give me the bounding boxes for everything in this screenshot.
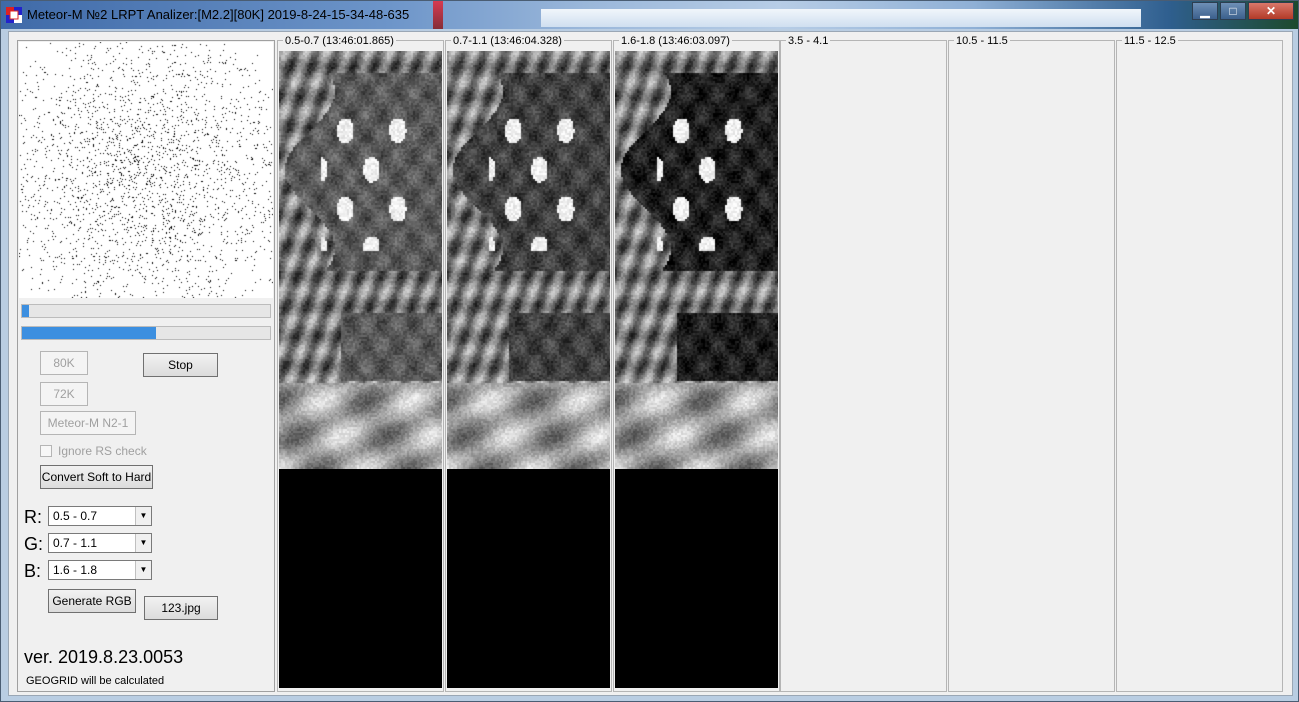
titlebar-decoration <box>541 9 1141 27</box>
channel-frame <box>948 41 1115 692</box>
channel-frame <box>780 41 947 692</box>
r-channel-select[interactable]: 0.5 - 0.7 ▼ <box>48 506 152 526</box>
ignore-rs-check[interactable]: Ignore RS check <box>40 444 147 458</box>
ignore-rs-label: Ignore RS check <box>58 444 147 458</box>
generate-rgb-button[interactable]: Generate RGB <box>48 589 136 613</box>
checkbox-box[interactable] <box>40 445 52 457</box>
close-button[interactable]: ✕ <box>1248 2 1294 20</box>
channel-panel: 10.5 - 11.5 <box>948 40 1115 692</box>
progress-bar-2 <box>21 326 271 340</box>
g-channel-value: 0.7 - 1.1 <box>53 536 97 550</box>
channel-panel: 0.5-0.7 (13:46:01.865) <box>277 40 444 692</box>
chevron-down-icon[interactable]: ▼ <box>135 534 151 552</box>
channel-panel: 11.5 - 12.5 <box>1116 40 1283 692</box>
b-channel-select[interactable]: 1.6 - 1.8 ▼ <box>48 560 152 580</box>
meteor-m-n2-1-button[interactable]: Meteor-M N2-1 <box>40 411 136 435</box>
channel-image <box>279 51 442 688</box>
control-panel: 80K Stop 72K Meteor-M N2-1 Ignore RS che… <box>17 40 275 692</box>
satellite-image <box>279 51 442 469</box>
stop-button[interactable]: Stop <box>143 353 218 377</box>
client-area: 80K Stop 72K Meteor-M N2-1 Ignore RS che… <box>8 31 1293 696</box>
channel-caption: 0.5-0.7 (13:46:01.865) <box>283 35 396 47</box>
maximize-button[interactable]: □ <box>1220 2 1246 20</box>
channel-caption: 11.5 - 12.5 <box>1122 35 1178 47</box>
b-channel-value: 1.6 - 1.8 <box>53 563 97 577</box>
satellite-image <box>615 51 778 469</box>
b-label: B: <box>24 561 41 582</box>
channel-caption: 3.5 - 4.1 <box>786 35 830 47</box>
80k-button[interactable]: 80K <box>40 351 88 375</box>
window-title: Meteor-M №2 LRPT Analizer:[M2.2][80K] 20… <box>27 7 409 22</box>
channel-panel: 0.7-1.1 (13:46:04.328) <box>445 40 612 692</box>
file-name-button[interactable]: 123.jpg <box>144 596 218 620</box>
progress-bar-2-fill <box>22 327 156 339</box>
r-label: R: <box>24 507 42 528</box>
72k-button[interactable]: 72K <box>40 382 88 406</box>
chevron-down-icon[interactable]: ▼ <box>135 507 151 525</box>
titlebar-decoration <box>433 1 443 29</box>
geogrid-status: GEOGRID will be calculated <box>26 675 164 687</box>
progress-bar-1-fill <box>22 305 29 317</box>
app-icon <box>6 7 22 23</box>
channel-caption: 0.7-1.1 (13:46:04.328) <box>451 35 564 47</box>
convert-soft-to-hard-button[interactable]: Convert Soft to Hard <box>40 465 153 489</box>
constellation-plot <box>19 42 273 298</box>
version-label: ver. 2019.8.23.0053 <box>24 647 183 668</box>
r-channel-value: 0.5 - 0.7 <box>53 509 97 523</box>
chevron-down-icon[interactable]: ▼ <box>135 561 151 579</box>
channel-panel: 1.6-1.8 (13:46:03.097) <box>613 40 780 692</box>
channel-frame <box>1116 41 1283 692</box>
g-label: G: <box>24 534 43 555</box>
channel-image <box>615 51 778 688</box>
channel-caption: 1.6-1.8 (13:46:03.097) <box>619 35 732 47</box>
progress-bar-1 <box>21 304 271 318</box>
satellite-image <box>447 51 610 469</box>
app-window: Meteor-M №2 LRPT Analizer:[M2.2][80K] 20… <box>0 0 1299 702</box>
title-bar[interactable]: Meteor-M №2 LRPT Analizer:[M2.2][80K] 20… <box>1 1 1298 29</box>
g-channel-select[interactable]: 0.7 - 1.1 ▼ <box>48 533 152 553</box>
channel-caption: 10.5 - 11.5 <box>954 35 1010 47</box>
minimize-button[interactable]: ▁ <box>1192 2 1218 20</box>
channel-image <box>447 51 610 688</box>
channel-panel: 3.5 - 4.1 <box>780 40 947 692</box>
